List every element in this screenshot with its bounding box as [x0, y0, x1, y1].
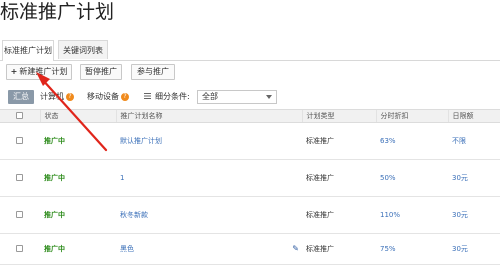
status-cell: 推广中 — [40, 233, 116, 265]
discount-link[interactable]: 63% — [376, 122, 448, 160]
discount-link[interactable]: 75% — [376, 233, 448, 265]
summary-button[interactable]: 汇总 — [8, 90, 34, 104]
plan-type-cell: 标准推广 — [302, 122, 376, 160]
plus-icon: + — [10, 67, 18, 76]
plan-name-link[interactable]: 黑色 — [120, 245, 134, 253]
filter-bar: 汇总 计算机? 移动设备? 细分条件: 全部 — [0, 89, 500, 105]
help-icon[interactable]: ? — [66, 93, 74, 101]
daily-limit-link[interactable]: 30元 — [448, 233, 500, 265]
pencil-icon[interactable]: ✎ — [292, 244, 299, 253]
select-all-cell — [0, 109, 40, 123]
caret-down-icon — [266, 95, 272, 99]
status-cell: 推广中 — [40, 196, 116, 234]
segment-label: 细分条件: — [144, 89, 190, 105]
table-row: 推广中 黑色 ✎ 标准推广 75% 30元 — [0, 233, 500, 265]
list-icon — [144, 93, 151, 99]
row-checkbox[interactable] — [16, 173, 23, 181]
status-cell: 推广中 — [40, 122, 116, 160]
row-check-cell — [0, 122, 40, 160]
new-plan-button[interactable]: + 新建推广计划 — [6, 64, 72, 80]
select-all-checkbox[interactable] — [16, 111, 23, 119]
computer-filter-label: 计算机 — [40, 92, 64, 101]
status-cell: 推广中 — [40, 159, 116, 197]
row-checkbox[interactable] — [16, 136, 23, 144]
daily-limit-link[interactable]: 不限 — [448, 122, 500, 160]
tab-keyword-list[interactable]: 关键词列表 — [58, 40, 108, 59]
table-row: 推广中 秋冬新款 标准推广 110% 30元 — [0, 196, 500, 234]
join-button[interactable]: 参与推广 — [131, 64, 175, 80]
new-plan-label: 新建推广计划 — [19, 67, 68, 76]
plan-name-link[interactable]: 默认推广计划 — [116, 122, 302, 160]
plan-type-cell: 标准推广 — [302, 159, 376, 197]
table-header-row: 状态 推广计划名称 计划类型 分时折扣 日限额 — [0, 109, 500, 123]
plan-type-cell: 标准推广 — [302, 233, 376, 265]
column-header-name[interactable]: 推广计划名称 — [115, 109, 302, 123]
column-header-type: 计划类型 — [301, 109, 376, 123]
row-check-cell — [0, 233, 40, 265]
segment-select-value: 全部 — [202, 92, 218, 101]
column-header-limit: 日限额 — [447, 109, 500, 123]
discount-link[interactable]: 110% — [376, 196, 448, 234]
row-check-cell — [0, 196, 40, 234]
page-title: 标准推广计划 — [0, 1, 115, 23]
tab-standard-plans[interactable]: 标准推广计划 — [2, 40, 54, 61]
discount-link[interactable]: 50% — [376, 159, 448, 197]
computer-filter[interactable]: 计算机? — [40, 89, 74, 105]
row-checkbox[interactable] — [16, 244, 23, 252]
plan-type-cell: 标准推广 — [302, 196, 376, 234]
pause-button[interactable]: 暂停推广 — [80, 64, 122, 80]
plan-name-link[interactable]: 1 — [116, 159, 302, 197]
column-header-status: 状态 — [39, 109, 116, 123]
daily-limit-link[interactable]: 30元 — [448, 196, 500, 234]
segment-select[interactable]: 全部 — [197, 90, 277, 104]
mobile-filter[interactable]: 移动设备? — [87, 89, 129, 105]
row-checkbox[interactable] — [16, 210, 23, 218]
segment-label-text: 细分条件: — [155, 92, 190, 101]
row-check-cell — [0, 159, 40, 197]
tab-bar: 标准推广计划 关键词列表 — [0, 40, 500, 61]
daily-limit-link[interactable]: 30元 — [448, 159, 500, 197]
column-header-discount: 分时折扣 — [375, 109, 448, 123]
table-row: 推广中 默认推广计划 标准推广 63% 不限 — [0, 122, 500, 160]
plan-table: 状态 推广计划名称 计划类型 分时折扣 日限额 推广中 默认推广计划 标准推广 … — [0, 109, 500, 265]
help-icon[interactable]: ? — [121, 93, 129, 101]
plan-name-link[interactable]: 秋冬新款 — [116, 196, 302, 234]
plan-name-cell: 黑色 ✎ — [116, 233, 302, 265]
table-row: 推广中 1 标准推广 50% 30元 — [0, 159, 500, 197]
mobile-filter-label: 移动设备 — [87, 92, 119, 101]
